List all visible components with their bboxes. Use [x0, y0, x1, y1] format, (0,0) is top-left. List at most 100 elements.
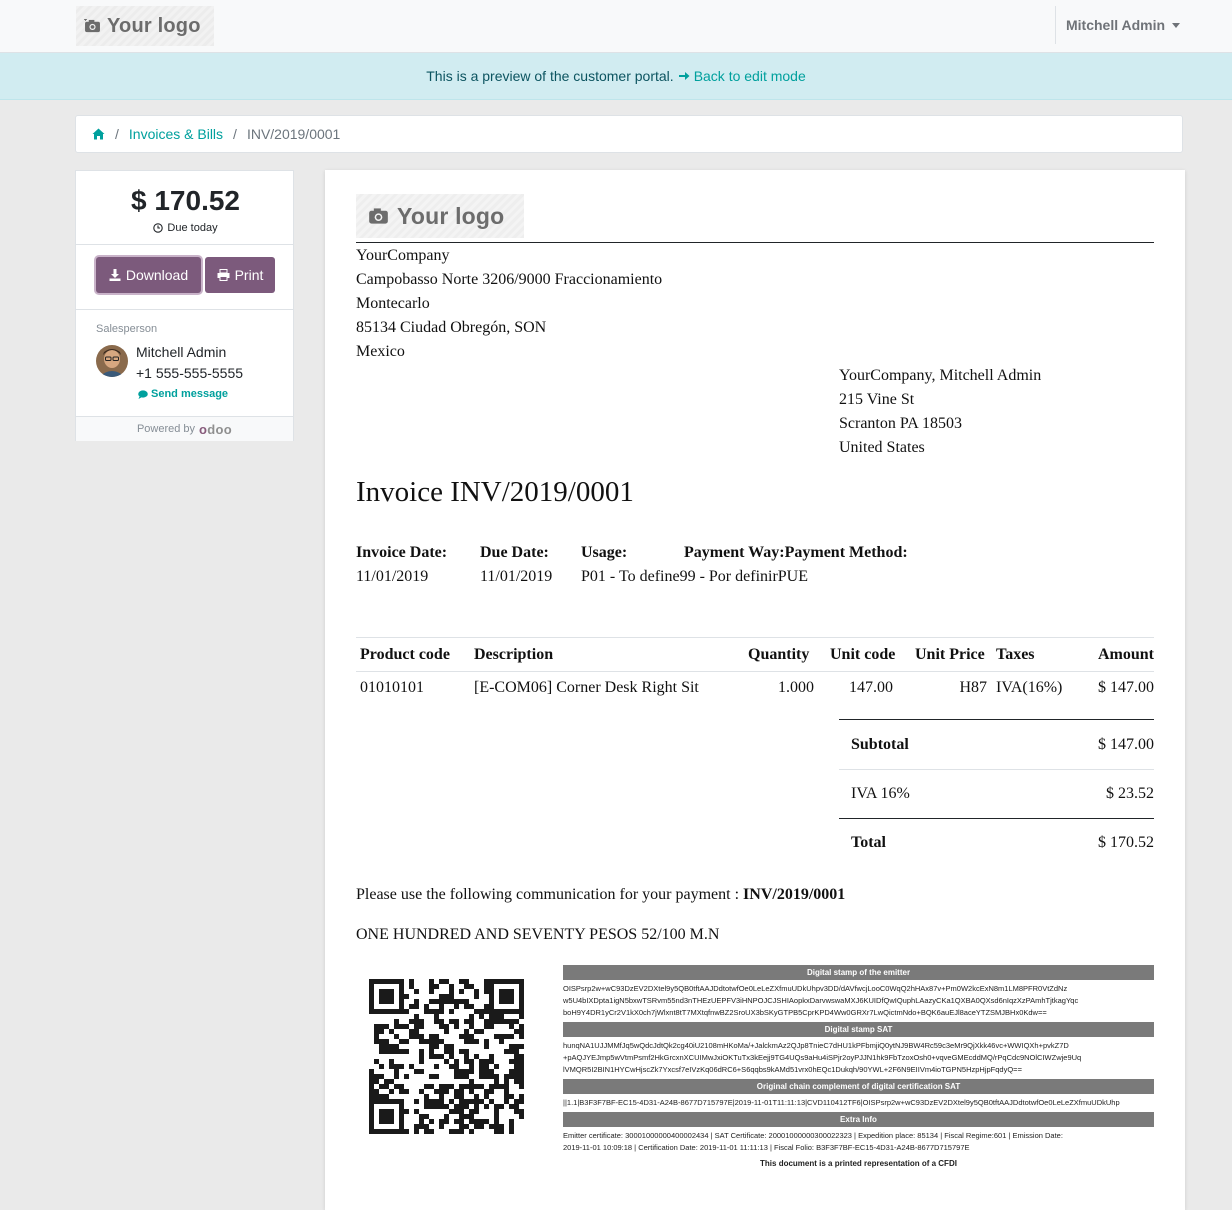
- payment-method-value: PUE: [777, 568, 809, 585]
- address-line: 85134 Ciudad Obregón, SON: [356, 319, 547, 336]
- breadcrumb-separator: /: [115, 126, 119, 142]
- subtotal-label: Subtotal: [851, 736, 909, 753]
- payment-method-label: Payment Method:: [784, 544, 908, 561]
- usage-value: P01 - To define: [581, 568, 680, 585]
- salesperson-name: Mitchell Admin: [136, 344, 227, 360]
- cfdi-footer-note: This document is a printed representatio…: [760, 1159, 957, 1168]
- powered-by-text: Powered by: [136, 423, 196, 435]
- back-to-edit-link[interactable]: Back to edit mode: [678, 68, 806, 84]
- totals-divider: [839, 818, 1154, 819]
- breadcrumb-invoices-bills[interactable]: Invoices & Bills: [129, 126, 223, 142]
- col-unit-code: Unit code: [830, 646, 896, 663]
- table-top-border: [356, 637, 1154, 638]
- payment-way-value: 99 - Por definir: [679, 568, 778, 585]
- home-icon[interactable]: [92, 128, 105, 140]
- invoice-logo: Your logo: [356, 194, 524, 238]
- emitter-stamp-value: OISPsrp2w+wC93DzEV2DXtel9y5QB0tftAAJDdto…: [563, 984, 1079, 1017]
- communication-text: Please use the following communication f…: [356, 886, 740, 903]
- comment-icon: [138, 389, 148, 399]
- breadcrumb-current: INV/2019/0001: [246, 126, 341, 142]
- salesperson-phone: +1 555-555-5555: [136, 365, 244, 381]
- powered-by-footer: Powered by odoo: [76, 416, 293, 441]
- total-label: Total: [851, 834, 886, 851]
- due-date-value: 11/01/2019: [480, 568, 553, 585]
- due-status: Due today: [76, 222, 295, 234]
- payment-labels: Payment Way: Payment Method:: [684, 544, 908, 562]
- invoice-sidebar: $ 170.52 Due today Download Print Salesp…: [75, 170, 294, 441]
- preview-banner: This is a preview of the customer portal…: [0, 53, 1232, 100]
- cell-product-code: 01010101: [360, 679, 424, 696]
- subtotal-value: $ 147.00: [1098, 736, 1154, 753]
- preview-text: This is a preview of the customer portal…: [426, 68, 674, 84]
- address-line: YourCompany, Mitchell Admin: [839, 367, 1042, 384]
- top-navbar: Your logo Mitchell Admin: [0, 0, 1232, 53]
- original-chain-title: Original chain complement of digital cer…: [563, 1079, 1154, 1094]
- col-amount: Amount: [1097, 646, 1154, 663]
- usage-payment-values: P01 - To define 99 - Por definir PUE: [581, 568, 808, 586]
- cell-quantity: 1.000: [778, 679, 814, 696]
- totals-divider: [839, 769, 1154, 770]
- amount-in-words: ONE HUNDRED AND SEVENTY PESOS 52/100 M.N: [356, 926, 720, 943]
- address-line: YourCompany: [356, 247, 450, 264]
- cell-amount: $ 147.00: [1098, 679, 1154, 696]
- cell-unit-price: H87: [959, 679, 987, 696]
- address-line: Campobasso Norte 3206/9000 Fraccionamien…: [356, 271, 663, 288]
- col-product-code: Product code: [360, 646, 450, 663]
- download-icon: [109, 269, 121, 281]
- tax-label: IVA 16%: [851, 785, 910, 802]
- address-line: Mexico: [356, 343, 405, 360]
- cell-unit-code: 147.00: [849, 679, 893, 696]
- due-date-label: Due Date:: [480, 544, 549, 561]
- arrow-right-icon: [678, 72, 690, 80]
- customer-address: YourCompany, Mitchell Admin 215 Vine St …: [839, 364, 1041, 460]
- back-to-edit-label: Back to edit mode: [693, 68, 806, 84]
- download-button[interactable]: Download: [96, 257, 201, 293]
- company-address: YourCompany Campobasso Norte 3206/9000 F…: [356, 244, 662, 364]
- original-chain-value: ||1.1|B3F3F7BF-EC15-4D31-A24B-8677D71579…: [563, 1098, 1120, 1107]
- col-quantity: Quantity: [748, 646, 810, 663]
- breadcrumb-separator: /: [233, 126, 237, 142]
- cfdi-stamp-block: Digital stamp of the emitter OISPsrp2w+w…: [563, 965, 1154, 1168]
- due-text: Due today: [167, 222, 218, 234]
- divider: [76, 309, 293, 310]
- address-line: Scranton PA 18503: [839, 415, 962, 432]
- qr-code-image: [369, 979, 524, 1134]
- address-line: United States: [839, 439, 925, 456]
- caret-down-icon: [1172, 23, 1181, 28]
- cell-taxes: IVA(16%): [996, 679, 1063, 696]
- print-label: Print: [234, 267, 264, 283]
- col-taxes: Taxes: [996, 646, 1035, 663]
- usage-label: Usage:: [581, 544, 628, 561]
- header-divider: [356, 242, 1154, 243]
- sat-stamp-title: Digital stamp SAT: [563, 1022, 1154, 1037]
- logo-text: Your logo: [107, 14, 201, 37]
- address-line: 215 Vine St: [839, 391, 915, 408]
- sat-stamp-value: hunqNA1UJJMMfJq5wQdcJdtQk2cg40iU2108mHKo…: [563, 1041, 1082, 1074]
- send-message-label: Send message: [151, 388, 229, 400]
- col-description: Description: [474, 646, 554, 663]
- logo-text: Your logo: [397, 202, 505, 229]
- payment-communication: Please use the following communication f…: [356, 886, 845, 904]
- tax-value: $ 23.52: [1106, 785, 1154, 802]
- clock-icon: [153, 223, 164, 233]
- address-line: Montecarlo: [356, 295, 430, 312]
- total-value: $ 170.52: [1098, 834, 1154, 851]
- odoo-logo[interactable]: odoo: [199, 422, 232, 437]
- camera-icon: [84, 19, 100, 33]
- camera-icon: [369, 208, 388, 224]
- print-icon: [217, 269, 230, 281]
- odoo-logo-rest: doo: [207, 421, 233, 437]
- salesperson-label: Salesperson: [96, 323, 158, 335]
- communication-reference: INV/2019/0001: [743, 886, 846, 903]
- totals-top-border: [839, 719, 1154, 720]
- invoice-date-value: 11/01/2019: [356, 568, 429, 585]
- cell-description: [E-COM06] Corner Desk Right Sit: [474, 679, 699, 696]
- invoice-date-label: Invoice Date:: [356, 544, 448, 561]
- print-button[interactable]: Print: [205, 257, 275, 293]
- user-menu-dropdown[interactable]: Mitchell Admin: [1055, 6, 1181, 44]
- download-label: Download: [125, 267, 189, 283]
- send-message-link[interactable]: Send message: [138, 388, 228, 400]
- company-logo[interactable]: Your logo: [76, 6, 214, 46]
- emitter-stamp-title: Digital stamp of the emitter: [563, 965, 1154, 980]
- breadcrumb: / Invoices & Bills / INV/2019/0001: [75, 115, 1183, 153]
